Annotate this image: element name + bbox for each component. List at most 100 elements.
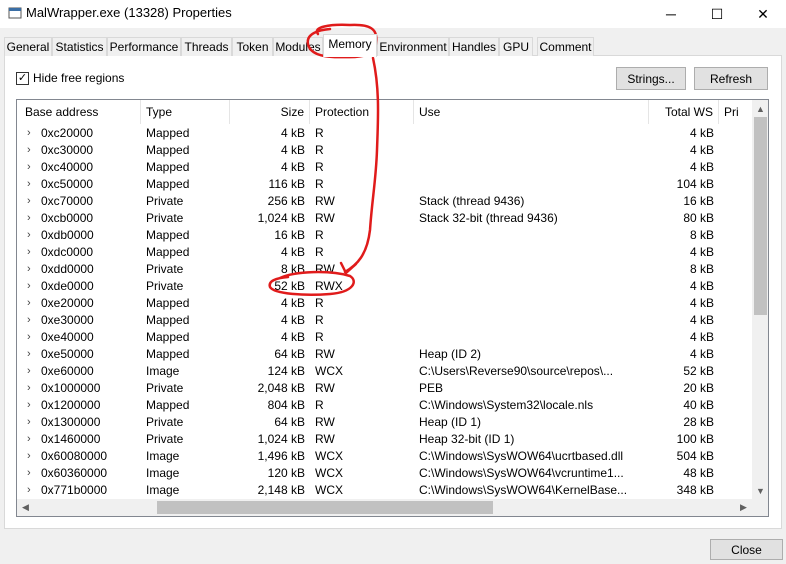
table-row[interactable]: › 0xe30000 Mapped 4 kB R 4 kB [17, 312, 752, 329]
table-row[interactable]: › 0xdd0000 Private 8 kB RW 8 kB [17, 261, 752, 278]
column-private[interactable]: Pri [719, 100, 752, 124]
total-ws-cell: 4 kB [689, 160, 714, 174]
table-row[interactable]: › 0xe50000 Mapped 64 kB RW Heap (ID 2) 4 kB [17, 346, 752, 363]
use-cell [414, 329, 649, 346]
tab-gpu[interactable]: GPU [499, 37, 533, 56]
type-cell: Private [146, 415, 184, 429]
column-size[interactable]: Size [230, 100, 310, 124]
protection-cell: WCX [315, 364, 343, 378]
horizontal-scroll-thumb[interactable] [157, 501, 493, 514]
table-row[interactable]: › 0x1000000 Private 2,048 kB RW PEB 20 kB [17, 380, 752, 397]
table-row[interactable]: › 0xc50000 Mapped 116 kB R 104 kB [17, 176, 752, 193]
table-row[interactable]: › 0x1200000 Mapped 804 kB R C:\Windows\System… [17, 397, 752, 414]
use-cell [414, 312, 649, 329]
maximize-button[interactable]: ☐ [694, 0, 740, 28]
scroll-right-icon[interactable]: ▶ [735, 499, 752, 516]
vertical-scrollbar[interactable]: ▲ ▼ [752, 100, 768, 499]
use-cell: C:\Windows\SysWOW64\ucrtbased.dll [419, 449, 624, 463]
size-cell: 4 kB [280, 296, 305, 310]
scroll-left-icon[interactable]: ◀ [17, 499, 34, 516]
tab-general[interactable]: General [4, 37, 52, 56]
use-cell: Heap 32-bit (ID 1) [419, 432, 515, 446]
tab-memory[interactable]: Memory [323, 34, 377, 57]
table-row[interactable]: › 0xde0000 Private 52 kB RWX 4 kB [17, 278, 752, 295]
table-row[interactable]: › 0x1300000 Private 64 kB RW Heap (ID 1) 28 kB [17, 414, 752, 431]
protection-cell: RW [315, 381, 335, 395]
vertical-scroll-thumb[interactable] [754, 117, 767, 315]
use-cell [414, 278, 649, 295]
hide-free-regions-checkbox[interactable]: ✓ Hide free regions [16, 70, 124, 86]
tab-statistics[interactable]: Statistics [52, 37, 107, 56]
table-row[interactable]: › 0x1460000 Private 1,024 kB RW Heap 32-bit (… [17, 431, 752, 448]
type-cell: Private [146, 432, 184, 446]
type-cell: Mapped [146, 347, 190, 361]
total-ws-cell: 28 kB [683, 415, 714, 429]
tab-environment[interactable]: Environment [377, 37, 449, 56]
table-row[interactable]: › 0xdb0000 Mapped 16 kB R 8 kB [17, 227, 752, 244]
close-button[interactable]: Close [710, 539, 783, 560]
list-header: Base address Type Size Protection Use To… [17, 100, 752, 124]
close-window-button[interactable]: ✕ [740, 0, 786, 28]
type-cell: Mapped [146, 398, 190, 412]
table-row[interactable]: › 0xe60000 Image 124 kB WCX C:\Users\Reverse9… [17, 363, 752, 380]
scroll-down-icon[interactable]: ▼ [752, 482, 768, 499]
base-address-cell: 0xc20000 [41, 126, 94, 140]
protection-cell: WCX [315, 483, 343, 497]
table-row[interactable]: › 0xcb0000 Private 1,024 kB RW Stack 32-bit (… [17, 210, 752, 227]
tab-performance[interactable]: Performance [107, 37, 181, 56]
maximize-icon: ☐ [710, 5, 724, 22]
size-cell: 64 kB [274, 347, 305, 361]
tab-handles[interactable]: Handles [449, 37, 499, 56]
column-base-address[interactable]: Base address [17, 100, 141, 124]
use-cell: Heap (ID 1) [419, 415, 482, 429]
column-protection[interactable]: Protection [310, 100, 414, 124]
type-cell: Private [146, 279, 184, 293]
table-row[interactable]: › 0x60360000 Image 120 kB WCX C:\Windows\SysW… [17, 465, 752, 482]
tab-strip: General Statistics Performance Threads T… [4, 34, 784, 57]
type-cell: Mapped [146, 126, 190, 140]
table-row[interactable]: › 0xdc0000 Mapped 4 kB R 4 kB [17, 244, 752, 261]
title-bar: MalWrapper.exe (13328) Properties ─ ☐ ✕ [0, 0, 786, 28]
table-row[interactable]: › 0xe40000 Mapped 4 kB R 4 kB [17, 329, 752, 346]
tab-threads[interactable]: Threads [181, 37, 232, 56]
table-row[interactable]: › 0xc70000 Private 256 kB RW Stack (thread 94… [17, 193, 752, 210]
horizontal-scrollbar[interactable]: ◀ ▶ [17, 499, 752, 516]
table-row[interactable]: › 0x60080000 Image 1,496 kB WCX C:\Windows\Sy… [17, 448, 752, 465]
column-use[interactable]: Use [414, 100, 649, 124]
table-row[interactable]: › 0xe20000 Mapped 4 kB R 4 kB [17, 295, 752, 312]
total-ws-cell: 4 kB [689, 313, 714, 327]
size-cell: 4 kB [280, 330, 305, 344]
protection-cell: RW [315, 347, 335, 361]
base-address-cell: 0xe30000 [41, 313, 94, 327]
use-cell [414, 125, 649, 142]
scroll-up-icon[interactable]: ▲ [752, 100, 768, 117]
use-cell: PEB [419, 381, 444, 395]
column-type[interactable]: Type [141, 100, 230, 124]
table-row[interactable]: › 0xc30000 Mapped 4 kB R 4 kB [17, 142, 752, 159]
size-cell: 1,024 kB [257, 211, 305, 225]
minimize-button[interactable]: ─ [648, 0, 694, 28]
base-address-cell: 0x1200000 [41, 398, 101, 412]
type-cell: Mapped [146, 177, 190, 191]
tab-token[interactable]: Token [232, 37, 273, 56]
table-row[interactable]: › 0xc40000 Mapped 4 kB R 4 kB [17, 159, 752, 176]
close-icon: ✕ [757, 5, 769, 22]
total-ws-cell: 504 kB [676, 449, 714, 463]
type-cell: Mapped [146, 296, 190, 310]
column-total-ws[interactable]: Total WS [649, 100, 719, 124]
base-address-cell: 0xc40000 [41, 160, 94, 174]
tab-modules[interactable]: Modules [273, 37, 323, 56]
size-cell: 804 kB [267, 398, 305, 412]
strings-button[interactable]: Strings... [616, 67, 686, 90]
use-cell: Stack (thread 9436) [419, 194, 525, 208]
base-address-cell: 0xe20000 [41, 296, 94, 310]
hide-free-regions-label: Hide free regions [33, 71, 125, 85]
checkbox-box[interactable]: ✓ [16, 71, 29, 85]
use-cell: Heap (ID 2) [419, 347, 482, 361]
total-ws-cell: 4 kB [689, 279, 714, 293]
total-ws-cell: 48 kB [683, 466, 714, 480]
tab-comment[interactable]: Comment [537, 37, 594, 56]
table-row[interactable]: › 0x771b0000 Image 2,148 kB WCX C:\Windows\Sy… [17, 482, 752, 497]
refresh-button[interactable]: Refresh [694, 67, 768, 90]
table-row[interactable]: › 0xc20000 Mapped 4 kB R 4 kB [17, 125, 752, 142]
